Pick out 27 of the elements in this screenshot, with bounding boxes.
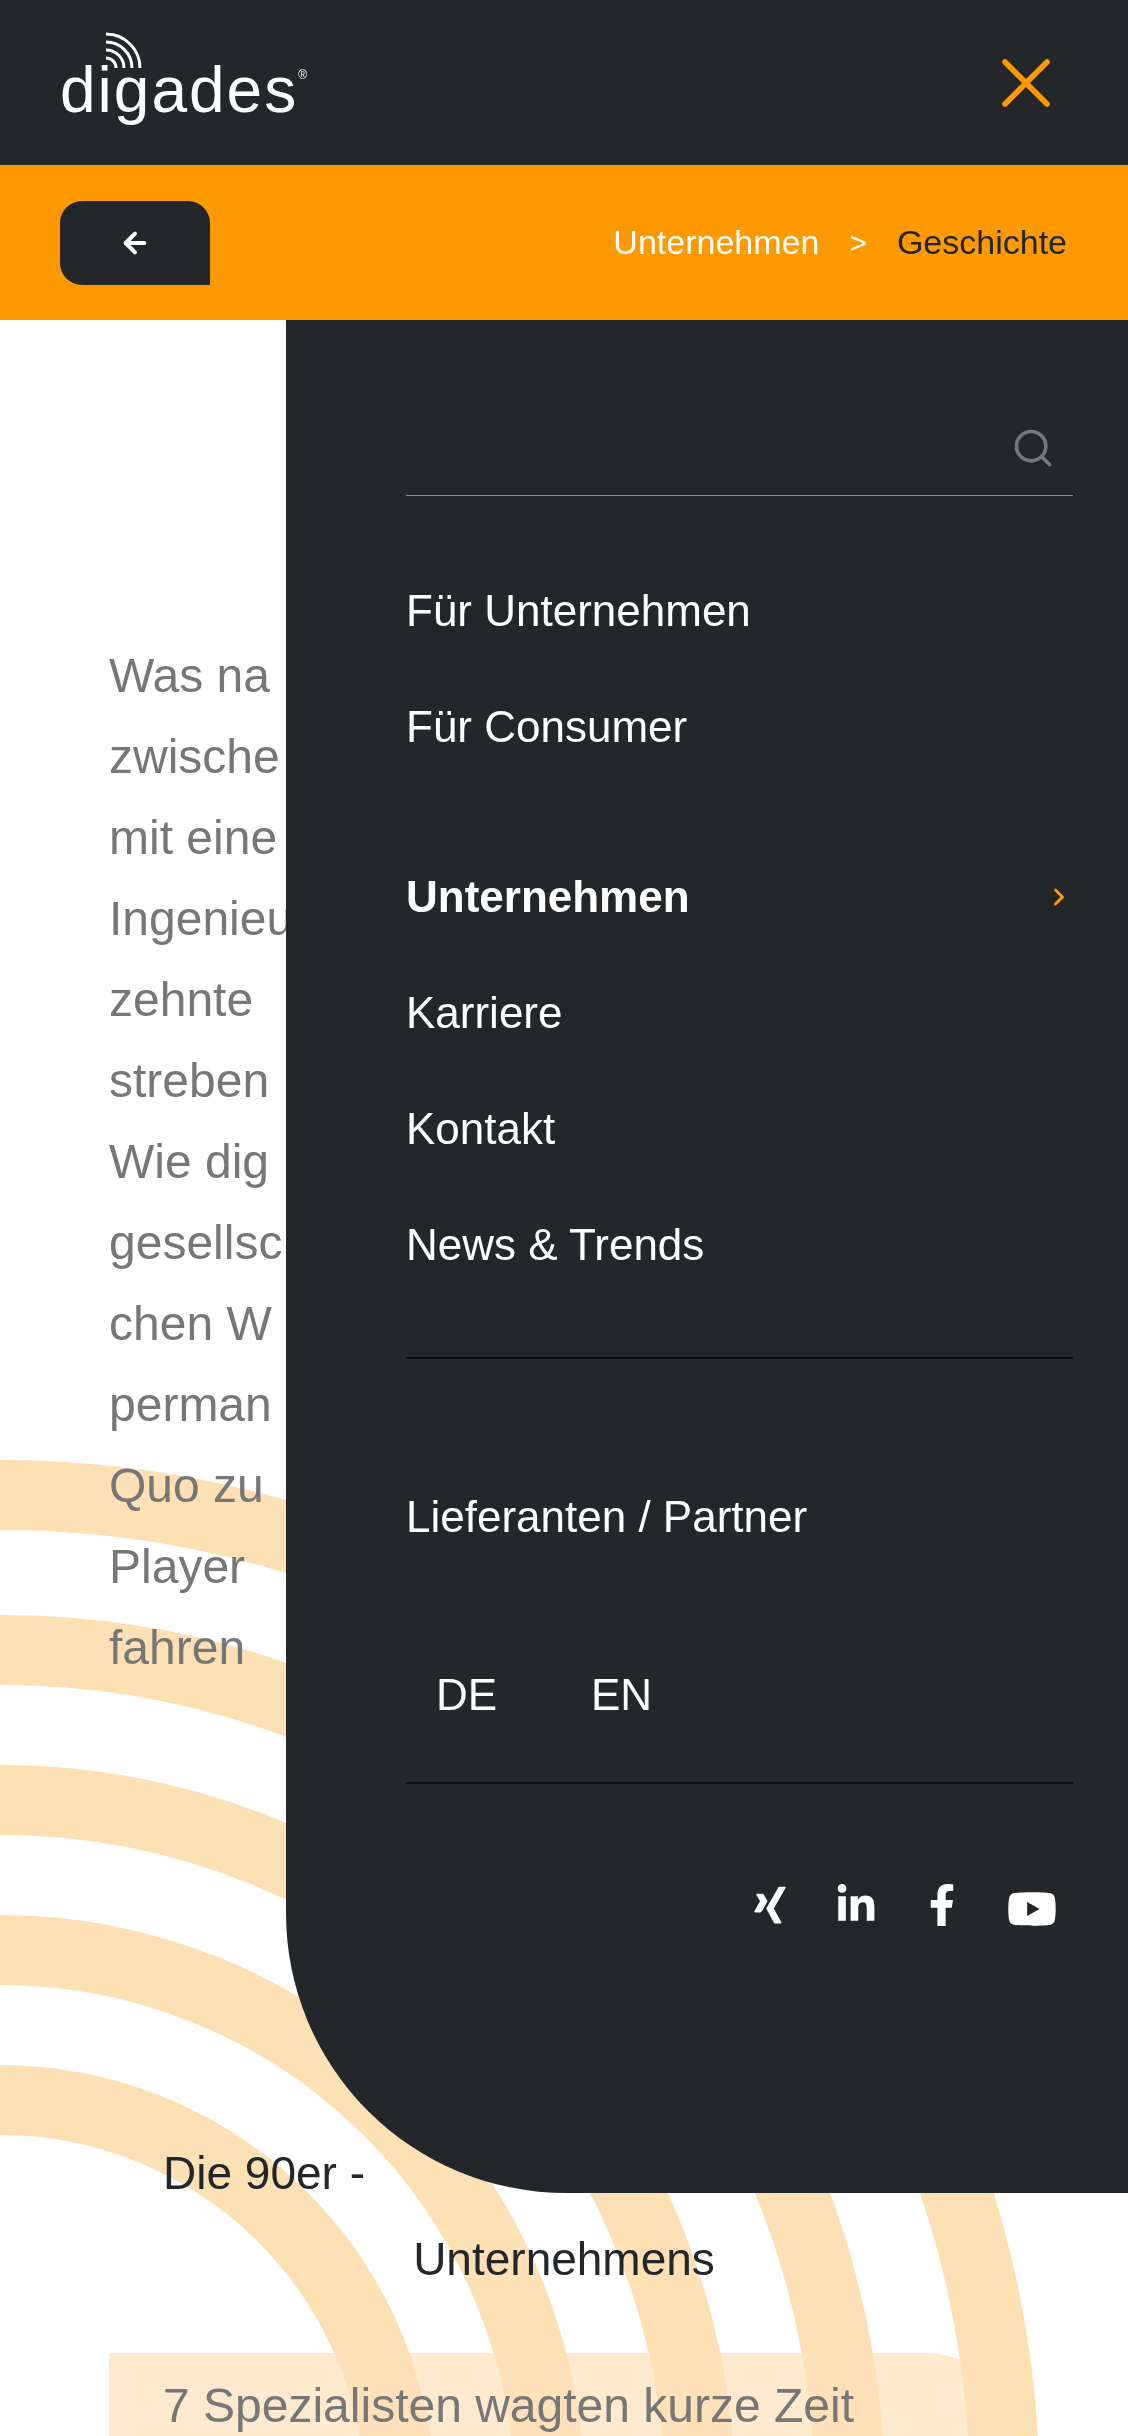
paragraph-line: zwische [109, 729, 280, 785]
paragraph-line: mit eine [109, 810, 278, 866]
menu-item[interactable]: Karriere [406, 955, 1073, 1071]
menu-item[interactable]: News & Trends [406, 1187, 1073, 1303]
paragraph-line: chen W [109, 1296, 272, 1352]
paragraph-line: perman [109, 1377, 272, 1433]
paragraph-line: Was na [109, 648, 270, 704]
paragraph-line: Quo zu [109, 1458, 264, 1514]
breadcrumb-separator: > [849, 225, 867, 260]
section-heading: Die 90er - [162, 2146, 366, 2201]
partner-link[interactable]: Lieferanten / Partner [406, 1459, 1073, 1575]
card-text: 7 Spezialisten wagten kurze Zeit [163, 2381, 855, 2432]
menu-item[interactable]: Kontakt [406, 1071, 1073, 1187]
section-heading: Unternehmens [412, 2232, 716, 2287]
paragraph-line: fahren [109, 1620, 246, 1676]
paragraph-line: zehnte [109, 972, 254, 1028]
menu-item[interactable]: Für Unternehmen [406, 553, 1073, 669]
paragraph-line: Player [109, 1539, 246, 1595]
menu-item[interactable]: Für Consumer [406, 669, 1073, 785]
paragraph-line: gesellsc [109, 1215, 283, 1271]
breadcrumb-link[interactable]: Geschichte [896, 223, 1067, 262]
paragraph-line: streben [109, 1053, 270, 1109]
language-link[interactable]: DE [436, 1670, 591, 1720]
menu-item[interactable]: Unternehmen [406, 839, 1073, 955]
paragraph-line: Wie dig [109, 1134, 270, 1190]
language-link[interactable]: EN [591, 1670, 746, 1720]
back-button[interactable] [60, 200, 210, 285]
